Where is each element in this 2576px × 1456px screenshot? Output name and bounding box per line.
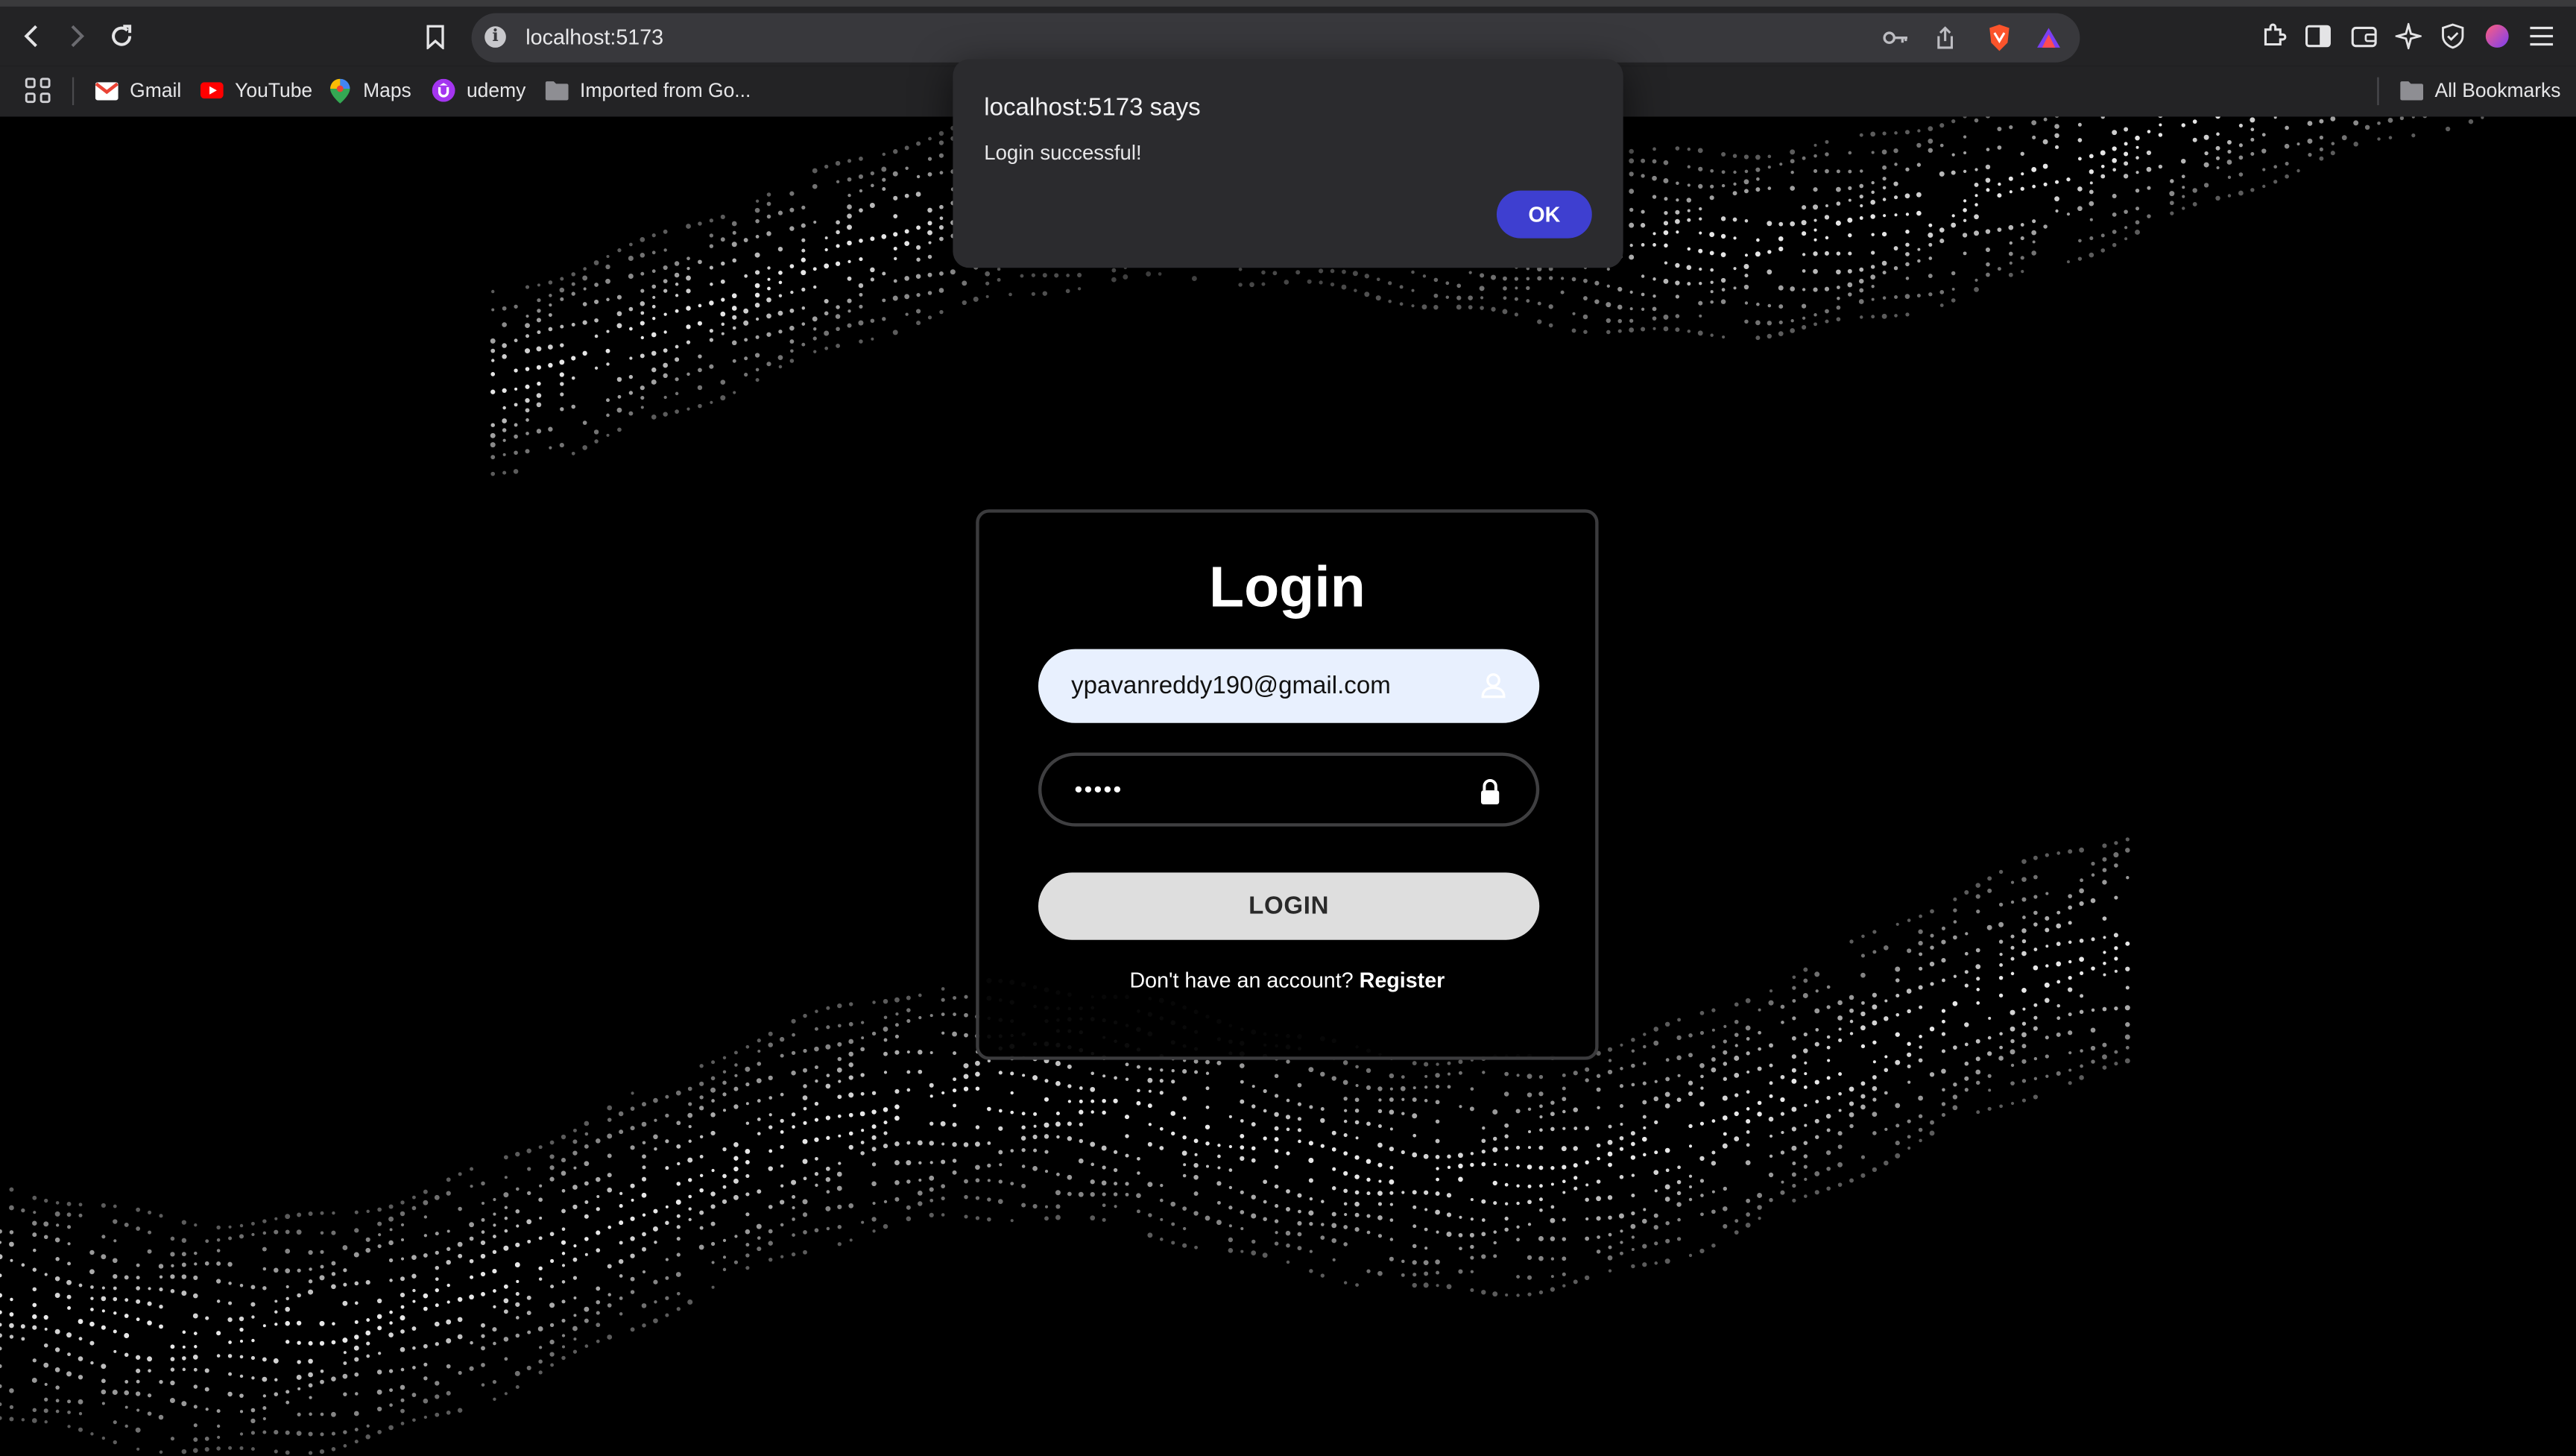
reload-icon[interactable] xyxy=(102,16,142,56)
bookmark-youtube[interactable]: YouTube xyxy=(201,75,312,105)
email-value[interactable]: ypavanreddy190@gmail.com xyxy=(1071,672,1391,699)
share-icon[interactable] xyxy=(1929,22,1962,54)
page-viewport: Login ypavanreddy190@gmail.com ••••• LOG… xyxy=(0,116,2576,1455)
user-icon xyxy=(1479,670,1509,700)
register-prompt: Don't have an account? Register xyxy=(979,968,1596,992)
register-prompt-text: Don't have an account? xyxy=(1129,968,1353,992)
bookmark-label: YouTube xyxy=(235,79,312,102)
alert-title: localhost:5173 says xyxy=(984,94,1200,122)
apps-grid-icon[interactable] xyxy=(23,75,53,105)
address-bar[interactable]: i localhost:5173 xyxy=(472,13,2080,63)
leo-ai-icon[interactable] xyxy=(2389,16,2428,56)
alert-message: Login successful! xyxy=(984,142,1141,165)
bookmark-maps[interactable]: Maps xyxy=(329,75,411,105)
extensions-icon[interactable] xyxy=(2254,16,2294,56)
vpn-shield-icon[interactable] xyxy=(2433,16,2472,56)
login-button[interactable]: LOGIN xyxy=(1038,872,1539,939)
login-title: Login xyxy=(979,555,1596,621)
profile-avatar-icon[interactable] xyxy=(2478,16,2517,56)
udemy-icon xyxy=(432,79,455,102)
alert-ok-button[interactable]: OK xyxy=(1497,191,1592,239)
bookmark-label: Gmail xyxy=(130,79,181,102)
bookmark-label: Maps xyxy=(363,79,411,102)
register-link[interactable]: Register xyxy=(1360,968,1445,992)
folder-icon xyxy=(546,79,569,102)
brave-shields-icon[interactable] xyxy=(1983,22,2015,54)
gmail-icon xyxy=(95,79,119,102)
folder-icon xyxy=(2400,79,2423,102)
lock-icon xyxy=(1475,778,1505,807)
bookmarks-divider xyxy=(72,78,74,105)
all-bookmarks-label: All Bookmarks xyxy=(2434,79,2560,102)
bookmark-icon[interactable] xyxy=(416,16,455,56)
maps-pin-icon xyxy=(329,79,352,102)
password-field[interactable]: ••••• xyxy=(1038,752,1539,826)
back-icon[interactable] xyxy=(13,16,53,56)
bookmark-folder-imported[interactable]: Imported from Go... xyxy=(546,75,751,105)
bookmark-label: udemy xyxy=(467,79,525,102)
email-field[interactable]: ypavanreddy190@gmail.com xyxy=(1038,649,1539,723)
url-text[interactable]: localhost:5173 xyxy=(525,25,663,49)
bookmark-gmail[interactable]: Gmail xyxy=(95,75,181,105)
password-value[interactable]: ••••• xyxy=(1074,775,1123,801)
all-bookmarks-button[interactable]: All Bookmarks xyxy=(2400,75,2560,105)
forward-icon[interactable] xyxy=(56,16,95,56)
sidebar-icon[interactable] xyxy=(2299,16,2338,56)
site-info-icon[interactable]: i xyxy=(484,26,506,48)
bookmark-label: Imported from Go... xyxy=(580,79,751,102)
wallet-icon[interactable] xyxy=(2344,16,2384,56)
youtube-icon xyxy=(201,79,224,102)
brave-rewards-icon[interactable] xyxy=(2032,22,2065,54)
bookmarks-divider xyxy=(2377,78,2378,105)
browser-toolbar: i localhost:5173 xyxy=(0,0,2576,66)
login-card: Login ypavanreddy190@gmail.com ••••• LOG… xyxy=(976,509,1598,1059)
password-key-icon[interactable] xyxy=(1879,22,1912,54)
menu-icon[interactable] xyxy=(2522,16,2561,56)
alert-dialog: localhost:5173 says Login successful! OK xyxy=(953,59,1623,268)
bookmark-udemy[interactable]: udemy xyxy=(432,75,526,105)
